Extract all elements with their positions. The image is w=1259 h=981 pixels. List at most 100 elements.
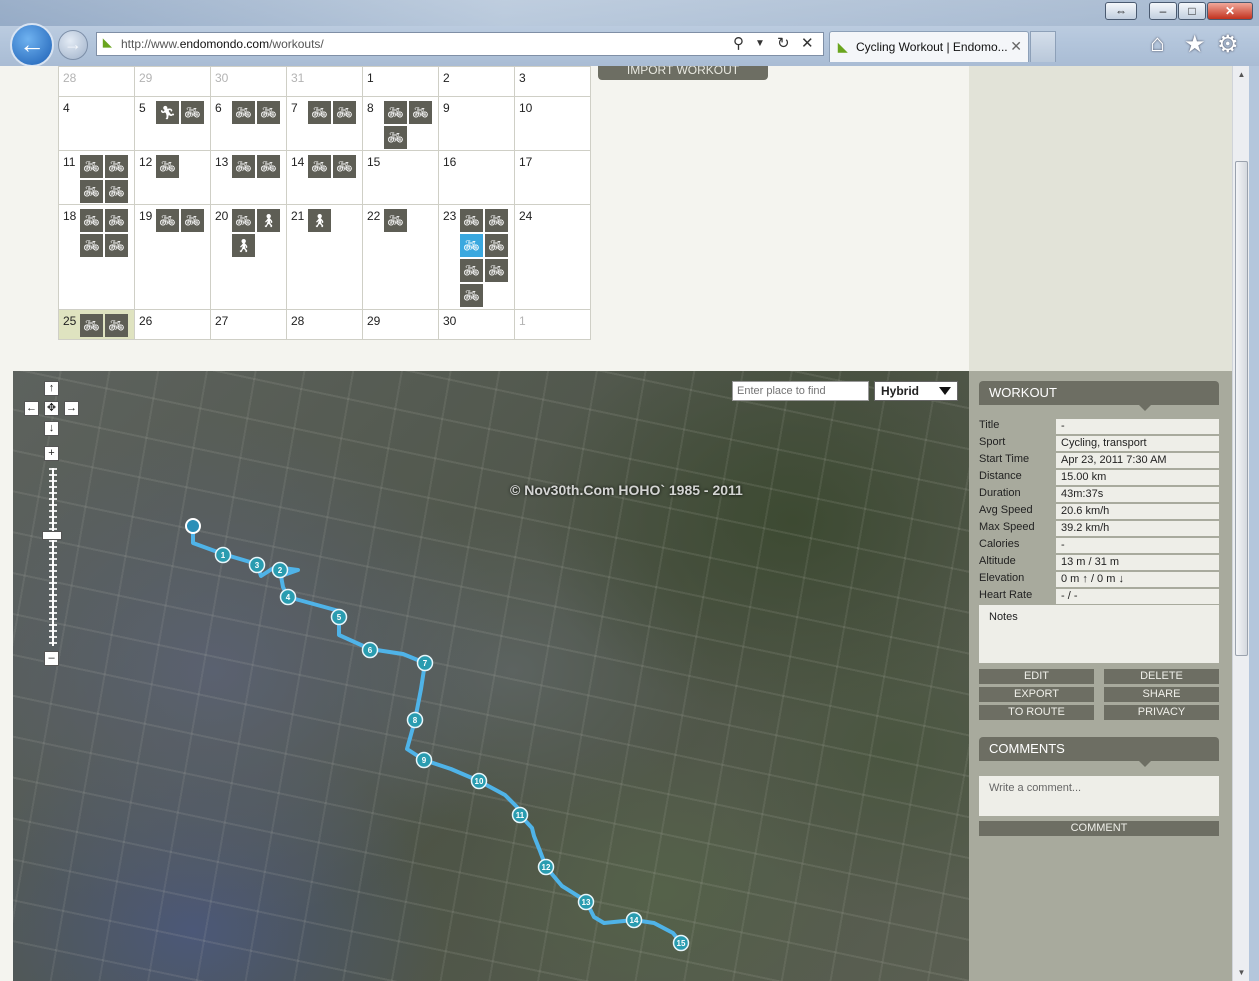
calendar-day[interactable]: 12 🚲︎ — [134, 150, 211, 205]
route-marker[interactable]: 7 — [416, 654, 434, 672]
pan-center-button[interactable]: ✥ — [44, 401, 59, 416]
close-window-button[interactable]: ✕ — [1207, 2, 1253, 20]
address-url[interactable]: http://www.endomondo.com/workouts/ — [121, 37, 324, 51]
cycling-icon[interactable]: 🚲︎ — [232, 209, 255, 232]
to-route-button[interactable]: TO ROUTE — [979, 705, 1094, 720]
refresh-icon[interactable]: ↻ — [777, 35, 790, 53]
cycling-icon[interactable]: 🚲︎ — [308, 101, 331, 124]
stop-icon[interactable]: ✕ — [801, 35, 814, 53]
calendar-day[interactable]: 20 🚲︎ 🚶︎ 🚶︎ — [210, 204, 287, 310]
route-marker[interactable]: 13 — [577, 893, 595, 911]
cycling-icon[interactable]: 🚲︎ — [105, 155, 128, 178]
tab-active[interactable]: ◣ Cycling Workout | Endomo... ✕ — [829, 31, 1029, 62]
scrollbar-thumb[interactable] — [1235, 161, 1248, 656]
cycling-icon[interactable]: 🚲︎ — [384, 209, 407, 232]
route-marker[interactable]: 8 — [406, 711, 424, 729]
export-button[interactable]: EXPORT — [979, 687, 1094, 702]
calendar-day[interactable]: 1 — [362, 66, 439, 97]
search-icon[interactable]: ⚲ — [733, 35, 744, 53]
cycling-icon[interactable]: 🚲︎ — [485, 259, 508, 282]
running-icon[interactable]: 🏃︎ — [156, 101, 179, 124]
cycling-icon[interactable]: 🚲︎ — [460, 209, 483, 232]
comment-input[interactable]: Write a comment... — [979, 776, 1219, 816]
calendar-day[interactable]: 28 — [286, 309, 363, 340]
cycling-icon[interactable]: 🚲︎ — [105, 209, 128, 232]
cycling-icon[interactable]: 🚲︎ — [333, 101, 356, 124]
calendar-day[interactable]: 30 — [210, 66, 287, 97]
cycling-icon[interactable]: 🚲︎ — [460, 259, 483, 282]
cycling-icon[interactable]: 🚲︎ — [80, 234, 103, 257]
route-map[interactable]: 1 2 3 4 5 6 7 8 9 10 11 12 13 14 15 © Nov30th.Com HOHO… — [13, 371, 969, 981]
calendar-day[interactable]: 28 — [58, 66, 135, 97]
cycling-icon[interactable]: 🚲︎ — [105, 234, 128, 257]
cycling-icon[interactable]: 🚲︎ — [257, 101, 280, 124]
cycling-icon[interactable]: 🚲︎ — [181, 101, 204, 124]
delete-button[interactable]: DELETE — [1104, 669, 1219, 684]
cycling-icon[interactable]: 🚲︎ — [333, 155, 356, 178]
calendar-day[interactable]: 30 — [438, 309, 515, 340]
cycling-icon[interactable]: 🚲︎ — [156, 155, 179, 178]
cycling-icon[interactable]: 🚲︎ — [80, 314, 103, 337]
calendar-day[interactable]: 18 🚲︎ 🚲︎ 🚲︎ 🚲︎ — [58, 204, 135, 310]
route-start-marker[interactable] — [185, 518, 201, 534]
calendar-day[interactable]: 14 🚲︎ 🚲︎ — [286, 150, 363, 205]
calendar-day[interactable]: 22 🚲︎ — [362, 204, 439, 310]
home-icon[interactable]: ⌂ — [1150, 30, 1165, 58]
star-icon[interactable]: ★ — [1184, 30, 1206, 59]
calendar-day[interactable]: 25 🚲︎ 🚲︎ — [58, 309, 135, 340]
pan-down-button[interactable]: ↓ — [44, 421, 59, 436]
place-search-input[interactable] — [732, 381, 869, 401]
route-marker[interactable]: 9 — [415, 751, 433, 769]
route-marker[interactable]: 10 — [470, 772, 488, 790]
route-marker[interactable]: 11 — [511, 806, 529, 824]
calendar-day[interactable]: 13 🚲︎ 🚲︎ — [210, 150, 287, 205]
calendar-day[interactable]: 10 — [514, 96, 591, 151]
route-marker[interactable]: 6 — [361, 641, 379, 659]
calendar-day[interactable]: 7 🚲︎ 🚲︎ — [286, 96, 363, 151]
restore-size-button[interactable]: ⇔ — [1105, 2, 1137, 20]
cycling-icon[interactable]: 🚲︎ — [105, 180, 128, 203]
page-scrollbar[interactable]: ▲ ▼ — [1232, 66, 1250, 981]
cycling-icon[interactable]: 🚲︎ — [80, 155, 103, 178]
calendar-day[interactable]: 11 🚲︎ 🚲︎ 🚲︎ 🚲︎ — [58, 150, 135, 205]
route-marker[interactable]: 2 — [271, 561, 289, 579]
comment-button[interactable]: COMMENT — [979, 821, 1219, 836]
cycling-icon[interactable]: 🚲︎ — [105, 314, 128, 337]
dropdown-icon[interactable]: ▼ — [755, 35, 765, 53]
calendar-day[interactable]: 1 — [514, 309, 591, 340]
new-tab-button[interactable] — [1030, 31, 1056, 62]
pan-up-button[interactable]: ↑ — [44, 381, 59, 396]
walking-icon[interactable]: 🚶︎ — [308, 209, 331, 232]
walking-icon[interactable]: 🚶︎ — [257, 209, 280, 232]
scroll-down-icon[interactable]: ▼ — [1233, 964, 1250, 981]
cycling-icon[interactable]: 🚲︎ — [156, 209, 179, 232]
zoom-slider-handle[interactable] — [42, 531, 62, 540]
cycling-icon[interactable]: 🚲︎ — [460, 234, 483, 257]
notes-box[interactable]: Notes — [979, 605, 1219, 663]
calendar-day[interactable]: 2 — [438, 66, 515, 97]
route-marker[interactable]: 14 — [625, 911, 643, 929]
calendar-day[interactable]: 27 — [210, 309, 287, 340]
cycling-icon[interactable]: 🚲︎ — [80, 180, 103, 203]
calendar-day[interactable]: 17 — [514, 150, 591, 205]
cycling-icon[interactable]: 🚲︎ — [80, 209, 103, 232]
calendar-day[interactable]: 3 — [514, 66, 591, 97]
cycling-icon[interactable]: 🚲︎ — [384, 126, 407, 149]
calendar-day[interactable]: 26 — [134, 309, 211, 340]
scroll-up-icon[interactable]: ▲ — [1233, 66, 1250, 83]
maximize-button[interactable]: □ — [1178, 2, 1206, 20]
map-type-select[interactable]: Hybrid — [874, 381, 958, 401]
back-arrow-icon[interactable]: ← — [10, 23, 54, 67]
calendar-day[interactable]: 29 — [362, 309, 439, 340]
forward-arrow-icon[interactable]: → — [58, 30, 88, 60]
cycling-icon[interactable]: 🚲︎ — [257, 155, 280, 178]
tab-close-icon[interactable]: ✕ — [1010, 38, 1022, 55]
route-marker[interactable]: 5 — [330, 608, 348, 626]
address-bar[interactable]: ◣ http://www.endomondo.com/workouts/ ⚲ ▼… — [96, 32, 824, 56]
cycling-icon[interactable]: 🚲︎ — [409, 101, 432, 124]
calendar-day[interactable]: 21 🚶︎ — [286, 204, 363, 310]
route-marker[interactable]: 3 — [248, 556, 266, 574]
cycling-icon[interactable]: 🚲︎ — [181, 209, 204, 232]
calendar-day[interactable]: 6 🚲︎ 🚲︎ — [210, 96, 287, 151]
route-marker[interactable]: 15 — [672, 934, 690, 952]
